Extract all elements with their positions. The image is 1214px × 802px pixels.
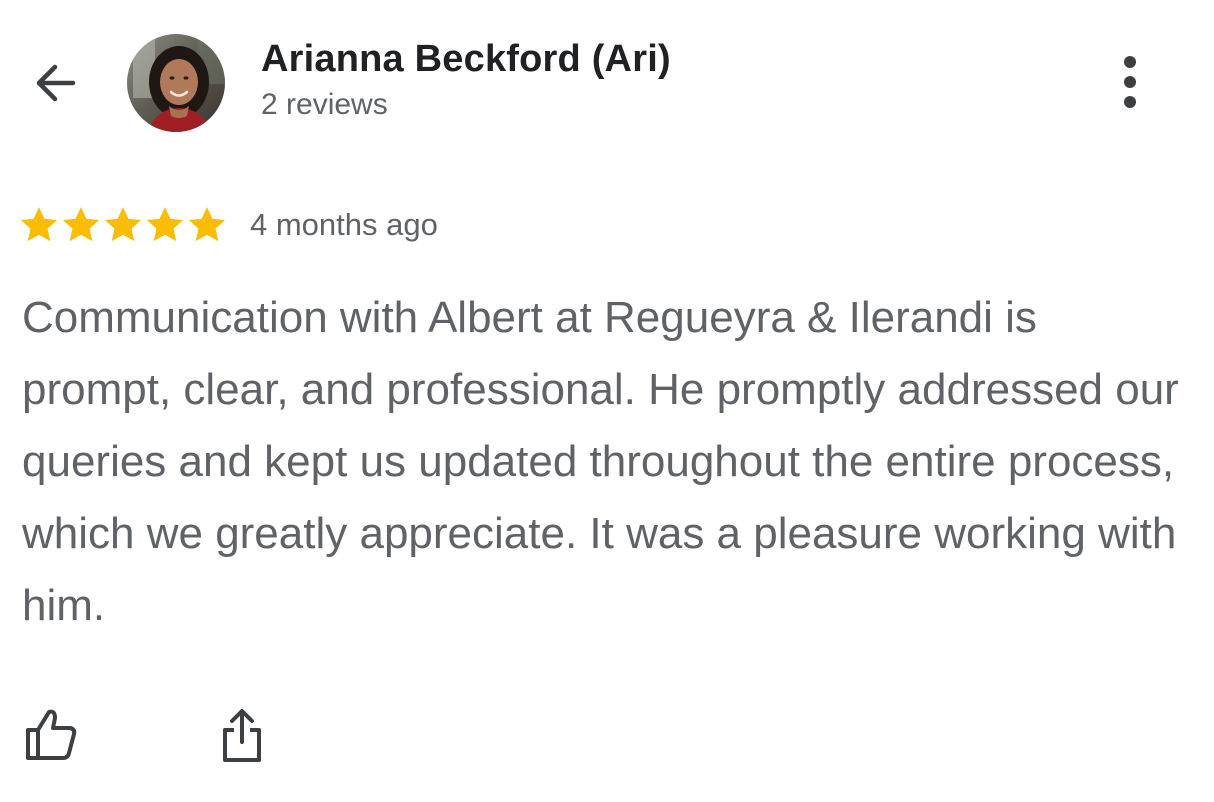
reviewer-avatar[interactable] (127, 34, 225, 132)
star-icon (188, 207, 226, 242)
star-icon (62, 207, 100, 242)
share-button[interactable] (207, 700, 277, 770)
star-icon (146, 207, 184, 242)
rating-row: 4 months ago (18, 200, 438, 250)
thumb-up-icon (26, 709, 77, 760)
review-time: 4 months ago (250, 207, 438, 242)
more-options-button[interactable] (1104, 52, 1156, 112)
reviewer-name[interactable]: Arianna Beckford (Ari) (261, 38, 671, 81)
review-text: Communication with Albert at Regueyra & … (22, 293, 1179, 630)
like-button[interactable] (16, 700, 86, 770)
more-vertical-icon (1124, 56, 1136, 108)
share-icon (223, 709, 261, 762)
reviewer-review-count: 2 reviews (261, 88, 388, 121)
arrow-back-icon (36, 64, 76, 102)
star-icon (104, 207, 142, 242)
star-rating (18, 204, 228, 246)
star-icon (20, 207, 58, 242)
avatar-photo (127, 34, 225, 132)
back-button[interactable] (22, 50, 88, 116)
